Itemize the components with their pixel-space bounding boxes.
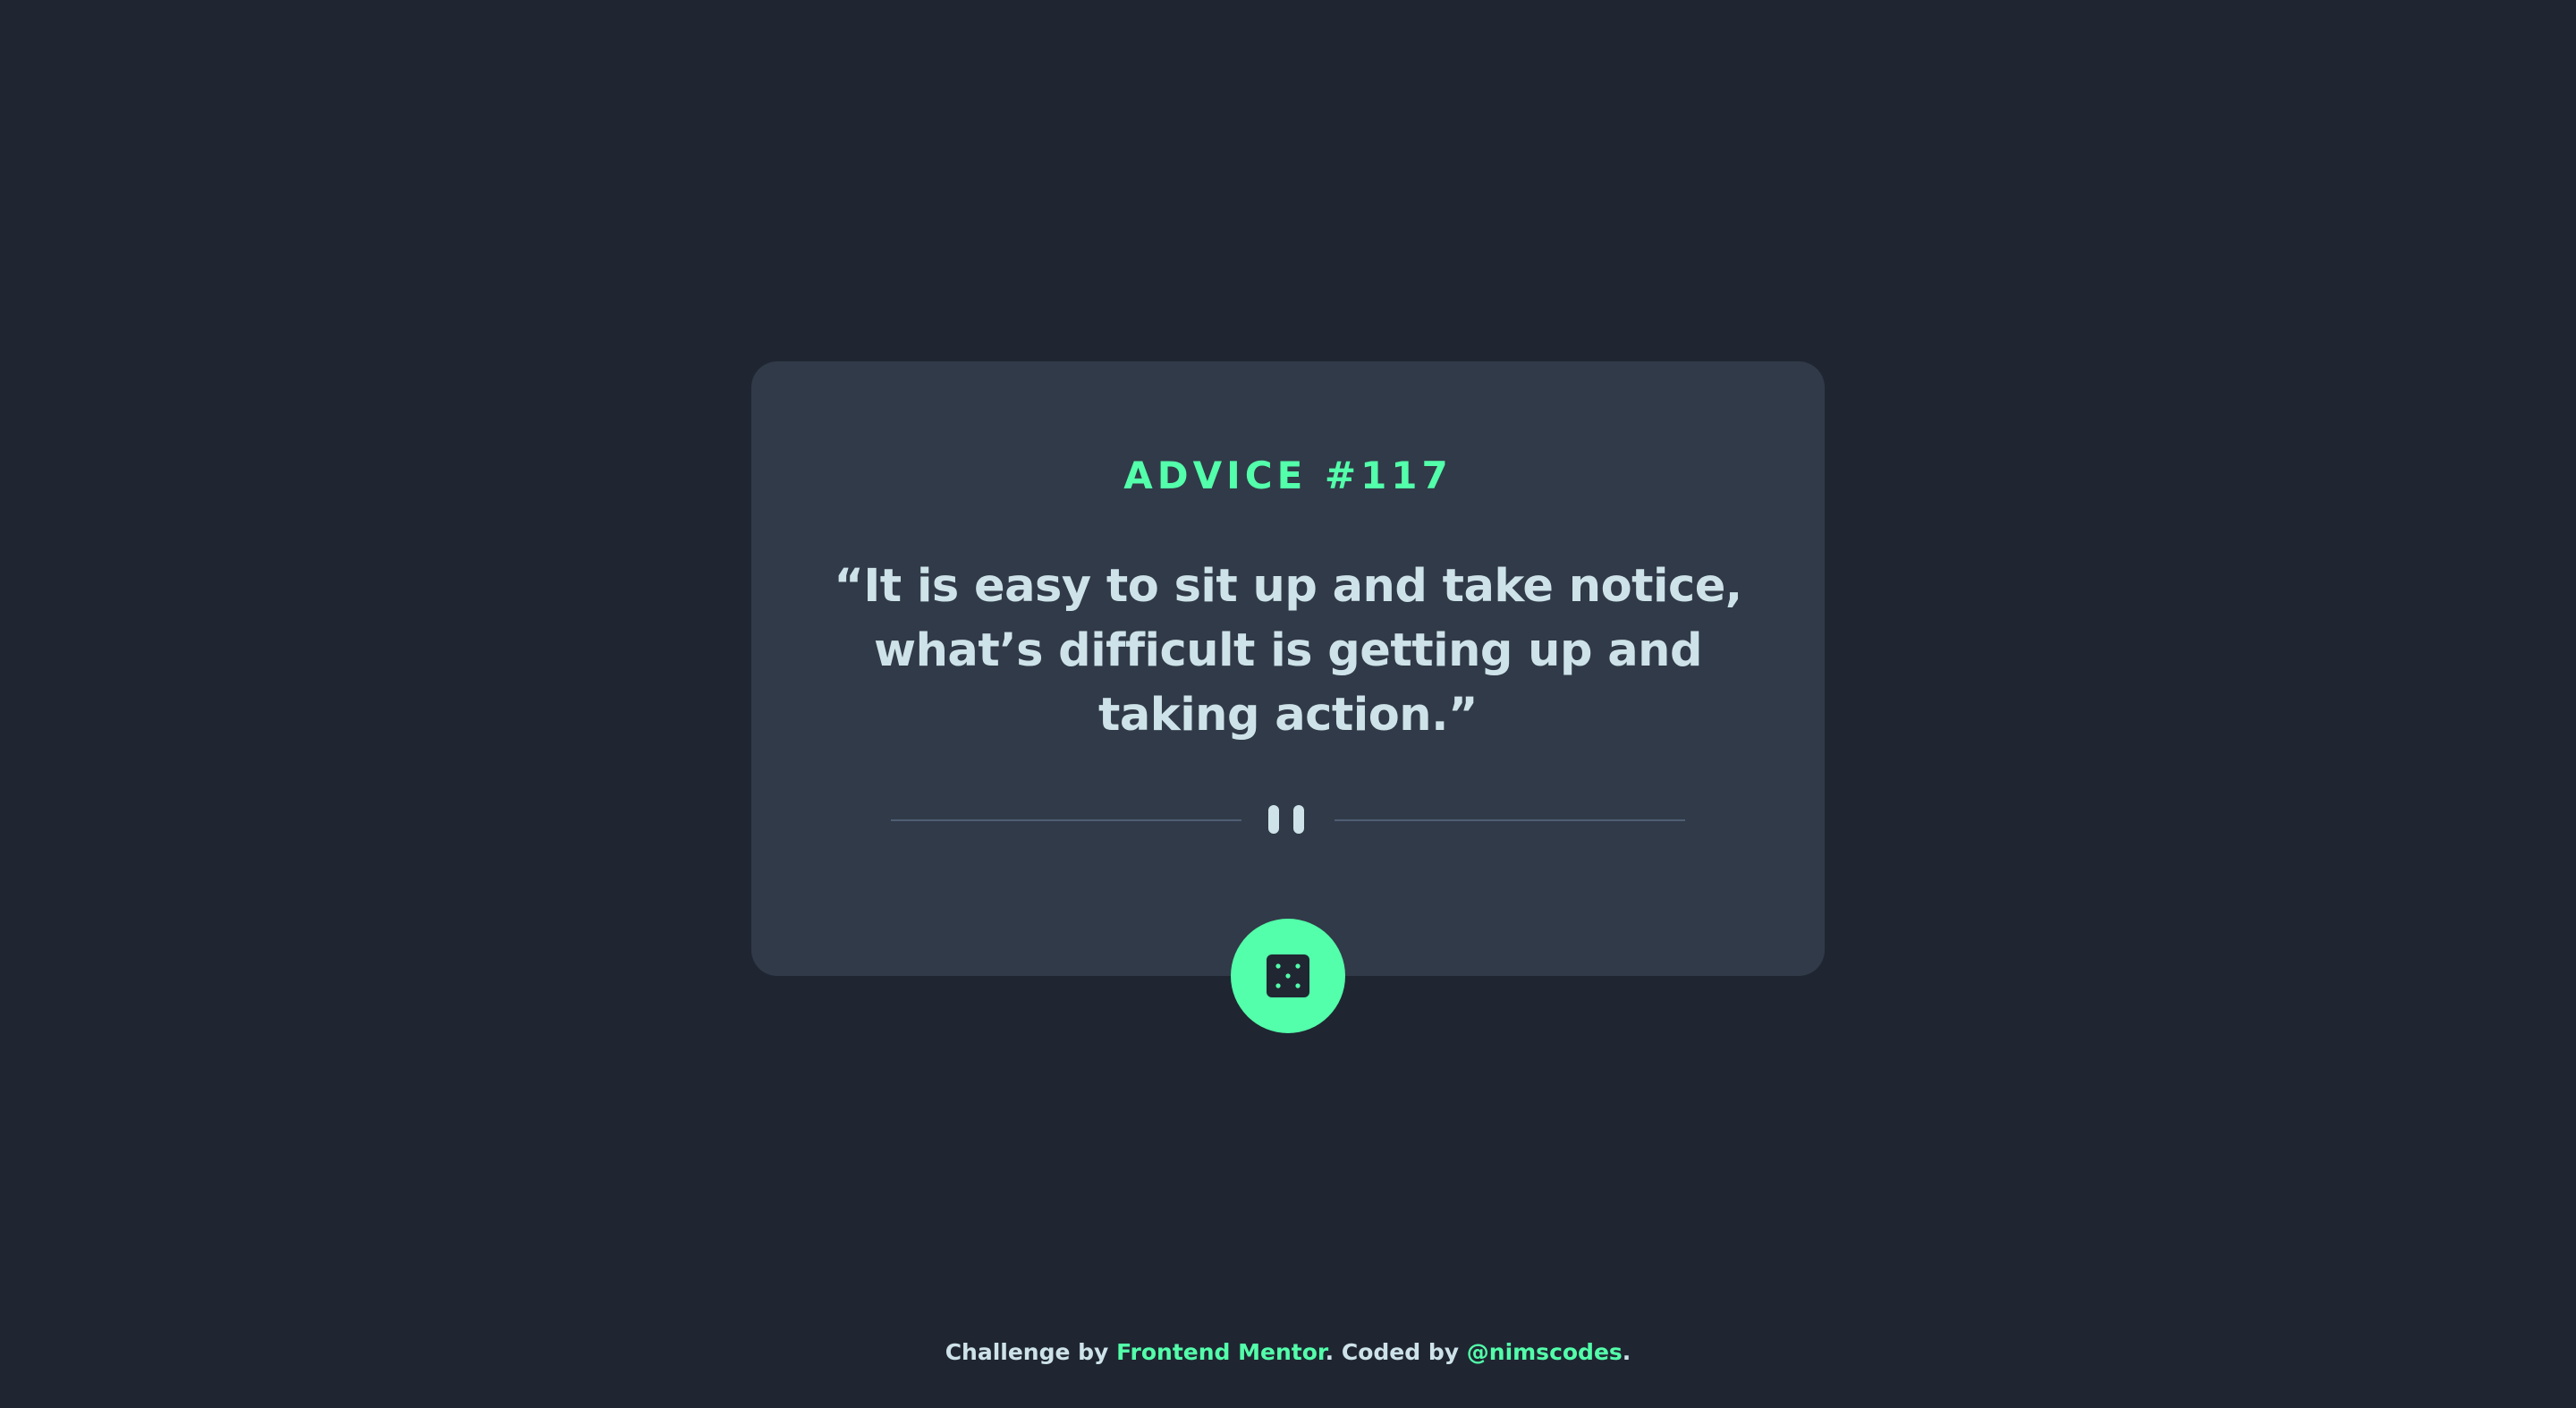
divider-line-left <box>891 819 1241 821</box>
dice-icon <box>1267 954 1309 997</box>
footer-suffix: . <box>1622 1339 1631 1365</box>
footer-prefix: Challenge by <box>945 1339 1109 1365</box>
new-advice-button[interactable] <box>1231 919 1345 1033</box>
attribution-footer: Challenge by Frontend Mentor. Coded by @… <box>0 1336 2576 1369</box>
pattern-divider <box>891 802 1685 837</box>
advice-card: ADVICE #117 “It is easy to sit up and ta… <box>751 361 1825 976</box>
divider-line-right <box>1335 819 1685 821</box>
advice-quote: “It is easy to sit up and take notice, w… <box>834 560 1742 742</box>
pause-icon <box>1268 805 1308 834</box>
footer-middle: . Coded by <box>1325 1339 1460 1365</box>
advice-id: ADVICE #117 <box>1123 454 1453 497</box>
author-link[interactable]: @nimscodes <box>1467 1339 1623 1365</box>
frontend-mentor-link[interactable]: Frontend Mentor <box>1116 1339 1326 1365</box>
